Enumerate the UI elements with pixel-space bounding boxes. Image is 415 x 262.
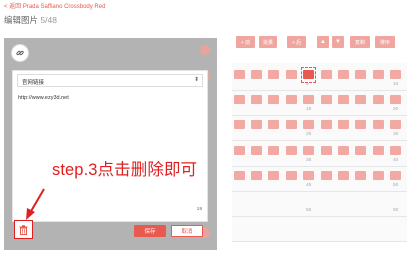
- thumbnail-item[interactable]: [321, 70, 332, 79]
- thumbnail-item[interactable]: [234, 70, 245, 79]
- thumbnail-item[interactable]: [251, 120, 262, 129]
- thumbnail-item[interactable]: [286, 120, 297, 129]
- thumbnail-item[interactable]: [303, 95, 314, 104]
- delete-button[interactable]: [14, 220, 33, 239]
- thumbnail-item[interactable]: [390, 95, 401, 104]
- thumbnail-item[interactable]: [303, 146, 314, 155]
- thumbnail-item[interactable]: [234, 120, 245, 129]
- cancel-button[interactable]: 取消: [171, 225, 203, 237]
- sort-button[interactable]: 排序: [375, 36, 395, 48]
- thumbnail-item[interactable]: [373, 95, 384, 104]
- frame-number: 60: [393, 208, 399, 213]
- thumbnail-item[interactable]: [303, 171, 314, 180]
- thumbnail-item[interactable]: [234, 171, 245, 180]
- frame-number: 45: [306, 183, 312, 188]
- thumbnail-item[interactable]: [338, 146, 349, 155]
- thumbnail-item[interactable]: [234, 95, 245, 104]
- link-icon: [16, 50, 24, 56]
- frame-number: 55: [306, 208, 312, 213]
- grid-divider: [232, 216, 407, 217]
- thumbnail-item[interactable]: [390, 70, 401, 79]
- grid-divider: [232, 90, 407, 91]
- thumbnail-item[interactable]: [286, 70, 297, 79]
- thumbnail-item[interactable]: [355, 70, 366, 79]
- thumbnail-item[interactable]: [268, 171, 279, 180]
- thumbnail-item[interactable]: [321, 146, 332, 155]
- thumbnail-item[interactable]: [251, 95, 262, 104]
- thumbnail-item[interactable]: [338, 95, 349, 104]
- page-count: 5/48: [40, 15, 57, 25]
- thumbnail-item[interactable]: [268, 70, 279, 79]
- thumbnail-item[interactable]: [321, 120, 332, 129]
- move-up-button[interactable]: ▲: [317, 36, 329, 48]
- thumbnail-item[interactable]: [286, 171, 297, 180]
- frame-number: 35: [306, 158, 312, 163]
- thumbnail-item[interactable]: [355, 171, 366, 180]
- link-button[interactable]: [11, 44, 29, 62]
- frame-number: 10: [393, 82, 399, 87]
- page-title-text: 编辑图片: [4, 15, 39, 25]
- thumbnail-item[interactable]: [355, 95, 366, 104]
- grid-divider: [232, 191, 407, 192]
- thumbnail-item[interactable]: [234, 146, 245, 155]
- thumbnail-item[interactable]: [321, 95, 332, 104]
- frame-number: 30: [393, 132, 399, 137]
- annotation-text: step.3点击删除即可: [52, 161, 198, 179]
- save-button[interactable]: 保存: [134, 225, 166, 237]
- frame-number: 20: [393, 107, 399, 112]
- grid-divider: [232, 241, 407, 242]
- link-type-select[interactable]: 官网链接 ⬍: [17, 74, 203, 87]
- thumbnail-item[interactable]: [338, 70, 349, 79]
- frame-number: 25: [306, 132, 312, 137]
- link-panel: 官网链接 ⬍ http://www.ezy3d.net 19: [12, 70, 208, 222]
- add-before-button[interactable]: + 前: [236, 36, 255, 48]
- trash-icon: [19, 224, 28, 235]
- thumbnail-item[interactable]: [355, 120, 366, 129]
- thumbnail-item[interactable]: [338, 171, 349, 180]
- thumbnail-item[interactable]: [268, 120, 279, 129]
- thumbnail-item[interactable]: [373, 171, 384, 180]
- char-count: 19: [196, 207, 202, 212]
- grid-divider: [232, 140, 407, 141]
- selected-frame-outline: [301, 67, 316, 83]
- url-input[interactable]: http://www.ezy3d.net: [18, 95, 69, 101]
- thumbnail-item[interactable]: [373, 70, 384, 79]
- thumbnail-item[interactable]: [390, 120, 401, 129]
- add-after-button[interactable]: + 后: [287, 36, 306, 48]
- frame-number: 40: [393, 158, 399, 163]
- thumbnail-item[interactable]: [268, 95, 279, 104]
- grid-divider: [232, 115, 407, 116]
- chevron-down-icon: ⬍: [193, 77, 199, 83]
- thumbnail-item[interactable]: [251, 70, 262, 79]
- thumbnail-item[interactable]: [303, 120, 314, 129]
- thumbnail-item[interactable]: [373, 120, 384, 129]
- thumbnail-item[interactable]: [268, 146, 279, 155]
- thumbnail-item[interactable]: [251, 146, 262, 155]
- thumbnail-item[interactable]: [286, 146, 297, 155]
- copy-button[interactable]: 复制: [350, 36, 370, 48]
- thumbnail-item[interactable]: [286, 95, 297, 104]
- thumbnail-item[interactable]: [355, 146, 366, 155]
- thumbnail-item[interactable]: [338, 120, 349, 129]
- move-down-button[interactable]: ▼: [332, 36, 344, 48]
- page-title: 编辑图片 5/48: [4, 14, 57, 26]
- back-link[interactable]: < 返回 Prada Saffiano Crossbody Red: [4, 1, 105, 10]
- thumbnail-item[interactable]: [390, 171, 401, 180]
- thumbnail-item[interactable]: [373, 146, 384, 155]
- hotspot-marker[interactable]: [200, 45, 210, 55]
- frame-number: 15: [306, 107, 312, 112]
- thumbnail-item[interactable]: [390, 146, 401, 155]
- batch-button[interactable]: 批量: [259, 36, 277, 48]
- grid-divider: [232, 166, 407, 167]
- thumbnail-item[interactable]: [251, 171, 262, 180]
- thumbnail-item[interactable]: [321, 171, 332, 180]
- frame-number: 50: [393, 183, 399, 188]
- link-type-value: 官网链接: [22, 80, 45, 86]
